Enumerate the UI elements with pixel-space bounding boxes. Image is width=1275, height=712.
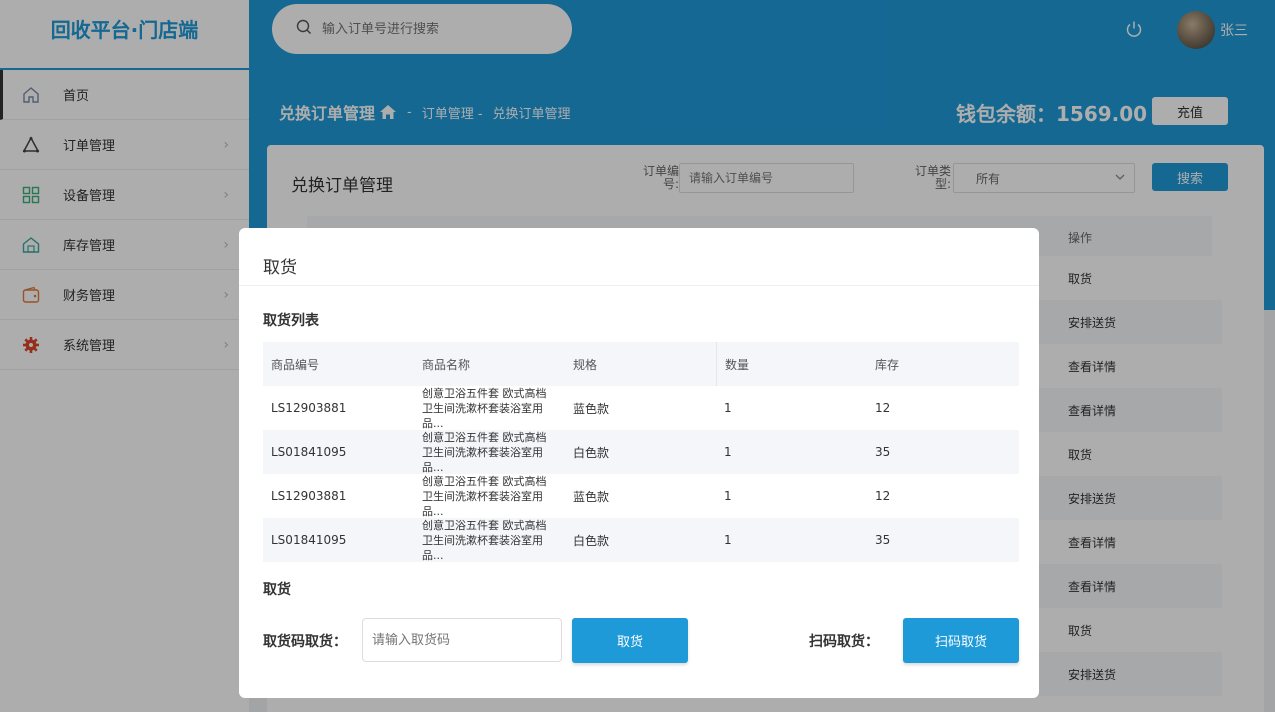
product-spec: 白色款 bbox=[573, 445, 610, 460]
table-header: 商品编号 商品名称 规格 数量 库存 bbox=[263, 342, 1019, 386]
column-header: 数量 bbox=[716, 342, 867, 386]
table-row: LS01841095 创意卫浴五件套 欧式高档卫生间洗漱杯套装浴室用品... 白… bbox=[263, 430, 1019, 474]
product-name: 创意卫浴五件套 欧式高档卫生间洗漱杯套装浴室用品... bbox=[422, 431, 547, 474]
pickup-list-title: 取货列表 bbox=[263, 313, 319, 329]
pickup-table: 商品编号 商品名称 规格 数量 库存 LS12903881 创意卫浴五件套 欧式… bbox=[263, 342, 1019, 562]
product-code: LS12903881 bbox=[271, 489, 347, 503]
product-code: LS01841095 bbox=[271, 533, 347, 547]
column-header: 商品名称 bbox=[422, 357, 471, 372]
pickup-button[interactable]: 取货 bbox=[572, 618, 688, 663]
product-stock: 12 bbox=[875, 489, 891, 503]
modal-title: 取货 bbox=[263, 258, 297, 278]
column-header: 商品编号 bbox=[271, 357, 320, 372]
product-quantity: 1 bbox=[724, 445, 732, 459]
pickup-section-title: 取货 bbox=[263, 582, 291, 598]
pickup-modal: 取货 取货列表 商品编号 商品名称 规格 数量 库存 LS12903881 创意… bbox=[239, 228, 1039, 698]
pickup-code-label: 取货码取货： bbox=[263, 634, 347, 650]
column-header: 规格 bbox=[573, 357, 598, 372]
product-spec: 蓝色款 bbox=[573, 489, 610, 504]
pickup-code-input[interactable] bbox=[362, 618, 562, 662]
product-quantity: 1 bbox=[724, 489, 732, 503]
product-name: 创意卫浴五件套 欧式高档卫生间洗漱杯套装浴室用品... bbox=[422, 519, 547, 562]
product-quantity: 1 bbox=[724, 401, 732, 415]
product-stock: 35 bbox=[875, 533, 891, 547]
product-name: 创意卫浴五件套 欧式高档卫生间洗漱杯套装浴室用品... bbox=[422, 475, 547, 518]
table-row: LS12903881 创意卫浴五件套 欧式高档卫生间洗漱杯套装浴室用品... 蓝… bbox=[263, 386, 1019, 430]
scan-pickup-label: 扫码取货： bbox=[809, 634, 879, 650]
product-quantity: 1 bbox=[724, 533, 732, 547]
table-row: LS01841095 创意卫浴五件套 欧式高档卫生间洗漱杯套装浴室用品... 白… bbox=[263, 518, 1019, 562]
product-spec: 蓝色款 bbox=[573, 401, 610, 416]
modal-divider bbox=[239, 285, 1039, 286]
product-code: LS12903881 bbox=[271, 401, 347, 415]
product-code: LS01841095 bbox=[271, 445, 347, 459]
table-row: LS12903881 创意卫浴五件套 欧式高档卫生间洗漱杯套装浴室用品... 蓝… bbox=[263, 474, 1019, 518]
product-stock: 35 bbox=[875, 445, 891, 459]
product-name: 创意卫浴五件套 欧式高档卫生间洗漱杯套装浴室用品... bbox=[422, 387, 547, 430]
column-header: 库存 bbox=[875, 357, 900, 372]
product-stock: 12 bbox=[875, 401, 891, 415]
product-spec: 白色款 bbox=[573, 533, 610, 548]
scan-pickup-button[interactable]: 扫码取货 bbox=[903, 618, 1019, 663]
